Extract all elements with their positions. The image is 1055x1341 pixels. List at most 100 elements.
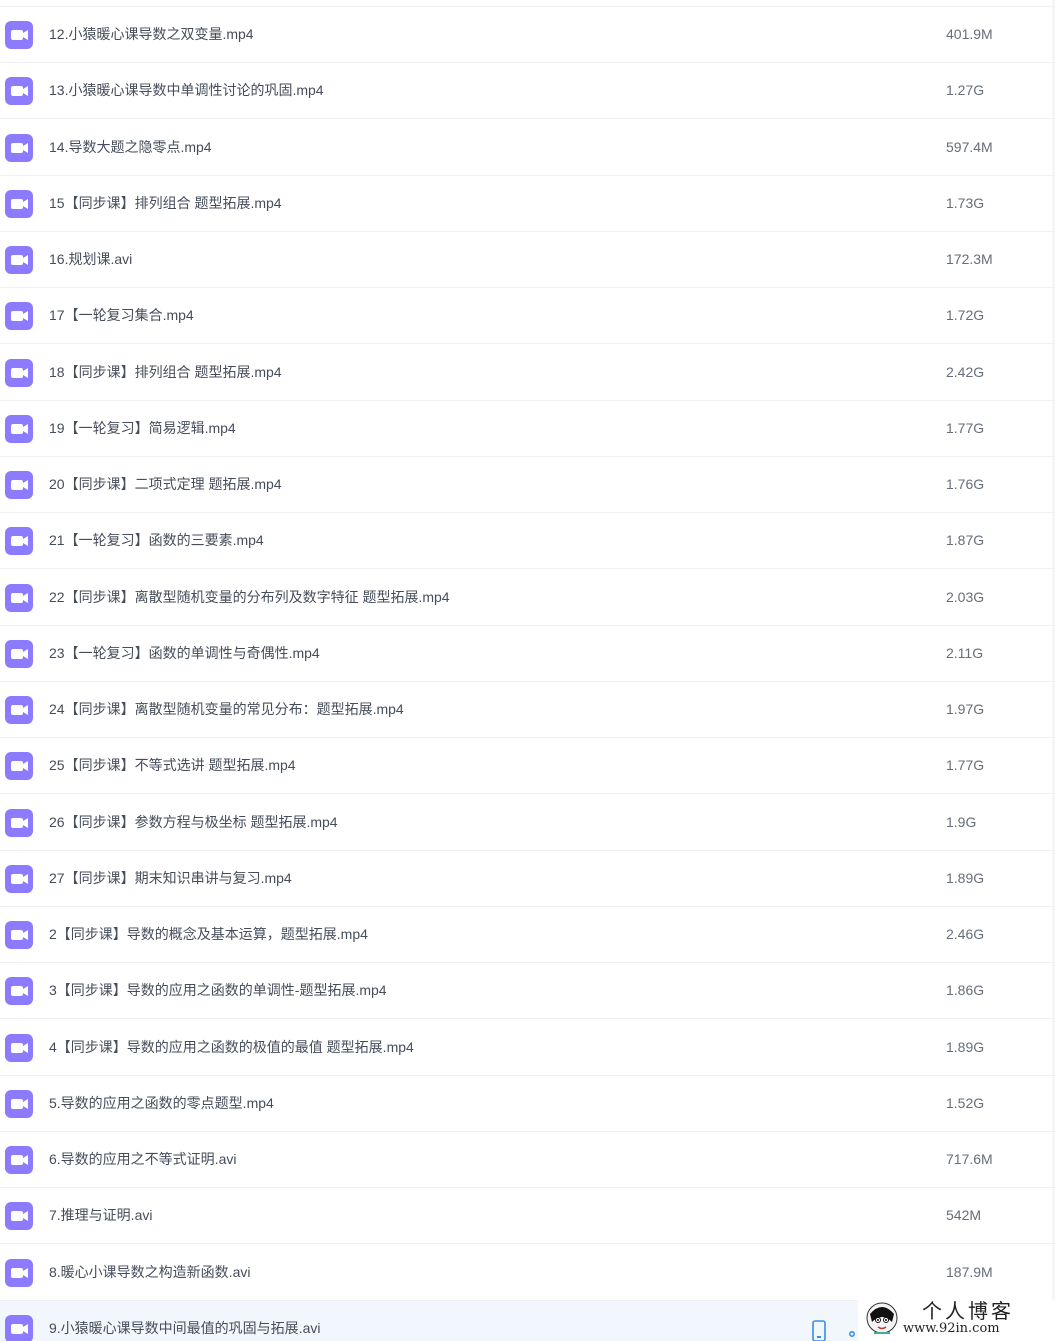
file-name[interactable]: 27【同步课】期末知识串讲与复习.mp4 [49,869,292,887]
file-size: 1.89G [946,870,985,886]
file-size: 401.9M [946,26,993,42]
file-row[interactable]: 25【同步课】不等式选讲 题型拓展.mp4 1.77G [0,738,1055,794]
file-name[interactable]: 9.小猿暖心课导数中间最值的巩固与拓展.avi [49,1319,320,1337]
file-size: 1.27G [946,82,985,98]
file-name[interactable]: 22【同步课】离散型随机变量的分布列及数字特征 题型拓展.mp4 [49,588,450,606]
video-file-icon [5,527,33,555]
file-row[interactable]: 8.暖心小课导数之构造新函数.avi 187.9M [0,1245,1055,1301]
file-name[interactable]: 16.规划课.avi [49,250,132,268]
file-row[interactable]: 12.小猿暖心课导数之双变量.mp4 401.9M [0,7,1055,63]
file-name[interactable]: 19【一轮复习】简易逻辑.mp4 [49,419,236,437]
video-file-icon [5,246,33,274]
file-name[interactable]: 24【同步课】离散型随机变量的常见分布：题型拓展.mp4 [49,700,404,718]
video-file-icon [5,584,33,612]
file-name[interactable]: 26【同步课】参数方程与极坐标 题型拓展.mp4 [49,813,338,831]
file-row[interactable]: 26【同步课】参数方程与极坐标 题型拓展.mp4 1.9G [0,795,1055,851]
file-row[interactable]: 4【同步课】导数的应用之函数的极值的最值 题型拓展.mp4 1.89G [0,1020,1055,1076]
video-file-icon [5,752,33,780]
blog-watermark: 个人博客 www.92in.com [858,1300,1055,1341]
file-name[interactable]: 5.导数的应用之函数的零点题型.mp4 [49,1094,274,1112]
file-size: 542M [946,1207,982,1223]
file-size: 1.73G [946,195,985,211]
file-row[interactable]: 20【同步课】二项式定理 题拓展.mp4 1.76G [0,457,1055,513]
file-size: 187.9M [946,1264,993,1280]
file-size: 2.42G [946,364,985,380]
video-file-icon [5,302,33,330]
file-row[interactable]: 21【一轮复习】函数的三要素.mp4 1.87G [0,513,1055,569]
file-name[interactable]: 18【同步课】排列组合 题型拓展.mp4 [49,363,282,381]
video-file-icon [5,359,33,387]
file-row[interactable]: 3【同步课】导数的应用之函数的单调性-题型拓展.mp4 1.86G [0,963,1055,1019]
file-name[interactable]: 25【同步课】不等式选讲 题型拓展.mp4 [49,756,296,774]
file-name[interactable]: 15【同步课】排列组合 题型拓展.mp4 [49,194,282,212]
file-row[interactable]: 14.导数大题之隐零点.mp4 597.4M [0,120,1055,176]
video-file-icon [5,640,33,668]
file-name[interactable]: 17【一轮复习集合.mp4 [49,306,194,324]
file-row[interactable]: 6.导数的应用之不等式证明.avi 717.6M [0,1132,1055,1188]
file-size: 1.89G [946,1039,985,1055]
video-file-icon [5,1090,33,1118]
file-name[interactable]: 21【一轮复习】函数的三要素.mp4 [49,531,264,549]
file-row[interactable]: 16.规划课.avi 172.3M [0,232,1055,288]
video-file-icon [5,809,33,837]
file-name[interactable]: 12.小猿暖心课导数之双变量.mp4 [49,25,254,43]
file-row[interactable]: 2【同步课】导数的概念及基本运算，题型拓展.mp4 2.46G [0,907,1055,963]
video-file-icon [5,1315,33,1341]
file-name[interactable]: 7.推理与证明.avi [49,1206,152,1224]
file-row[interactable]: 18【同步课】排列组合 题型拓展.mp4 2.42G [0,345,1055,401]
file-name[interactable]: 20【同步课】二项式定理 题拓展.mp4 [49,475,282,493]
file-size: 2.03G [946,589,985,605]
file-size: 1.77G [946,757,985,773]
file-size: 1.76G [946,476,985,492]
file-row[interactable]: 22【同步课】离散型随机变量的分布列及数字特征 题型拓展.mp4 2.03G [0,570,1055,626]
watermark-url: www.92in.com [903,1321,1000,1336]
file-name[interactable]: 14.导数大题之隐零点.mp4 [49,138,212,156]
file-row[interactable]: 15【同步课】排列组合 题型拓展.mp4 1.73G [0,176,1055,232]
video-file-icon [5,21,33,49]
file-row[interactable]: 19【一轮复习】简易逻辑.mp4 1.77G [0,401,1055,457]
file-row[interactable]: 23【一轮复习】函数的单调性与奇偶性.mp4 2.11G [0,626,1055,682]
file-row[interactable]: 27【同步课】期末知识串讲与复习.mp4 1.89G [0,851,1055,907]
video-file-icon [5,190,33,218]
video-file-icon [5,471,33,499]
video-file-icon [5,134,33,162]
file-row[interactable]: 13.小猿暖心课导数中单调性讨论的巩固.mp4 1.27G [0,63,1055,119]
file-name[interactable]: 23【一轮复习】函数的单调性与奇偶性.mp4 [49,644,320,662]
file-row[interactable]: 7.推理与证明.avi 542M [0,1188,1055,1244]
video-file-icon [5,415,33,443]
file-size: 1.52G [946,1095,985,1111]
video-file-icon [5,1146,33,1174]
file-size: 1.86G [946,982,985,998]
file-row[interactable]: 5.导数的应用之函数的零点题型.mp4 1.52G [0,1076,1055,1132]
video-file-icon [5,977,33,1005]
file-row[interactable]: 24【同步课】离散型随机变量的常见分布：题型拓展.mp4 1.97G [0,682,1055,738]
file-size: 1.87G [946,532,985,548]
video-file-icon [5,865,33,893]
file-size: 1.97G [946,701,985,717]
file-name[interactable]: 6.导数的应用之不等式证明.avi [49,1150,236,1168]
file-size: 597.4M [946,139,993,155]
video-file-icon [5,77,33,105]
file-name[interactable]: 2【同步课】导数的概念及基本运算，题型拓展.mp4 [49,925,368,943]
video-file-icon [5,696,33,724]
file-name[interactable]: 3【同步课】导数的应用之函数的单调性-题型拓展.mp4 [49,981,387,999]
watermark-title: 个人博客 [922,1299,1014,1323]
video-file-icon [5,1202,33,1230]
file-size: 1.72G [946,307,985,323]
video-file-icon [5,1034,33,1062]
file-size: 2.46G [946,926,985,942]
video-file-icon [5,1259,33,1287]
avatar-logo [866,1302,898,1334]
file-size: 1.77G [946,420,985,436]
file-name[interactable]: 8.暖心小课导数之构造新函数.avi [49,1263,250,1281]
file-list: 12.小猿暖心课导数之双变量.mp4 401.9M 13.小猿暖心课导数中单调性讨论… [0,0,1055,1341]
file-size: 2.11G [946,645,984,661]
file-size: 717.6M [946,1151,993,1167]
file-size: 172.3M [946,251,993,267]
file-name[interactable]: 4【同步课】导数的应用之函数的极值的最值 题型拓展.mp4 [49,1038,414,1056]
phone-icon[interactable] [811,1320,827,1341]
file-name[interactable]: 13.小猿暖心课导数中单调性讨论的巩固.mp4 [49,81,324,99]
video-file-icon [5,921,33,949]
file-row[interactable]: 17【一轮复习集合.mp4 1.72G [0,288,1055,344]
file-size: 1.9G [946,814,977,830]
